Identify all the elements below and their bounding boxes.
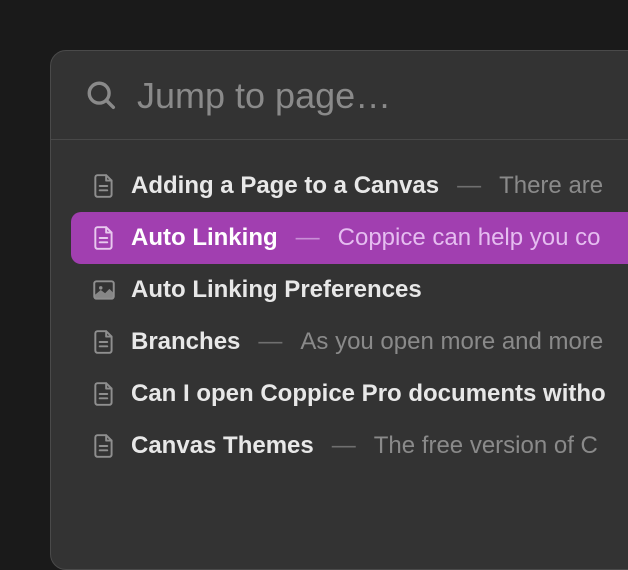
item-title: Auto Linking: [131, 224, 278, 252]
image-icon: [91, 277, 117, 303]
search-row: [51, 51, 628, 140]
results-list: Adding a Page to a Canvas — There are Auto …: [51, 140, 628, 472]
document-icon: [91, 329, 117, 355]
list-item[interactable]: Canvas Themes — The free version of C: [51, 420, 628, 472]
separator: —: [296, 224, 320, 252]
list-item[interactable]: Branches — As you open more and more: [51, 316, 628, 368]
list-item[interactable]: Can I open Coppice Pro documents witho: [51, 368, 628, 420]
item-snippet: As you open more and more: [300, 328, 603, 356]
item-title: Adding a Page to a Canvas: [131, 172, 439, 200]
item-title: Canvas Themes: [131, 432, 314, 460]
item-snippet: Coppice can help you co: [338, 224, 601, 252]
list-item[interactable]: Adding a Page to a Canvas — There are: [51, 160, 628, 212]
jump-to-page-palette: Adding a Page to a Canvas — There are Auto …: [50, 50, 628, 570]
item-title: Branches: [131, 328, 240, 356]
separator: —: [457, 172, 481, 200]
document-icon: [91, 173, 117, 199]
item-snippet: There are: [499, 172, 603, 200]
item-title: Auto Linking Preferences: [131, 276, 422, 304]
list-item[interactable]: Auto Linking Preferences: [51, 264, 628, 316]
separator: —: [332, 432, 356, 460]
document-icon: [91, 381, 117, 407]
separator: —: [258, 328, 282, 356]
document-icon: [91, 433, 117, 459]
search-input[interactable]: [137, 75, 628, 117]
document-icon: [91, 225, 117, 251]
item-snippet: The free version of C: [374, 432, 598, 460]
search-icon: [85, 79, 119, 113]
item-title: Can I open Coppice Pro documents witho: [131, 380, 606, 408]
list-item[interactable]: Auto Linking — Coppice can help you co: [71, 212, 628, 264]
